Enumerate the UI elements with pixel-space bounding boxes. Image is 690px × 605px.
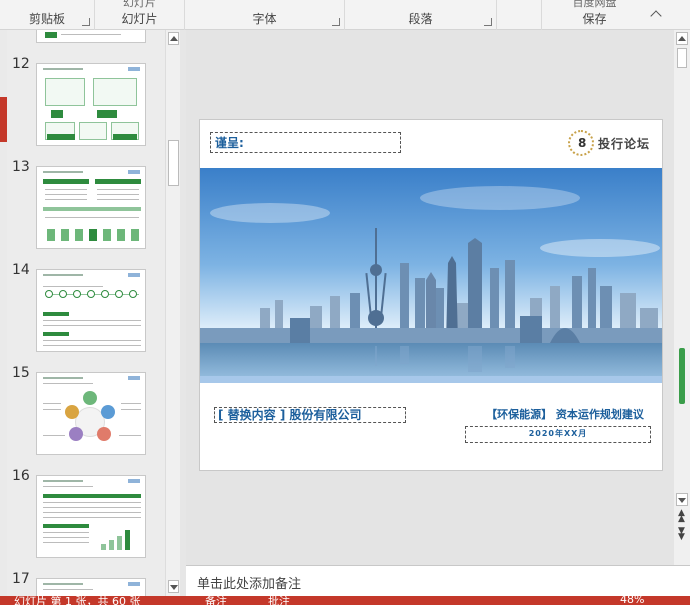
ribbon-group-label: 保存 [582, 12, 607, 26]
ribbon-group-label: 剪贴板 [28, 12, 65, 26]
slide-thumbnail[interactable] [36, 166, 146, 249]
status-bar: 幻灯片 第 1 张，共 60 张 备注 批注 48% [0, 596, 690, 605]
arrow-up-icon [169, 36, 178, 41]
baidu-netdisk-button[interactable]: 百度网盘 [542, 0, 647, 10]
scroll-thumb[interactable] [677, 48, 687, 68]
logo: 8 投行论坛 [568, 130, 658, 156]
slide-number: 17 [12, 571, 30, 587]
scroll-position-indicator[interactable] [679, 348, 685, 404]
slide-count: 幻灯片 第 1 张，共 60 张 [14, 596, 141, 605]
slide-thumbnail[interactable] [36, 475, 146, 558]
comments-button[interactable]: 批注 [268, 596, 290, 605]
accent-strip [0, 97, 7, 142]
scroll-down-button[interactable] [676, 493, 688, 506]
editor-scrollbar[interactable]: ▲ ▲ ▼ ▼ [674, 30, 690, 565]
date-textbox[interactable]: 2020年XX月 [465, 426, 651, 443]
thumbnail-pane[interactable]: 12 13 14 15 16 17 [7, 30, 180, 596]
zoom-level[interactable]: 48% [620, 596, 644, 605]
collapse-ribbon-icon[interactable] [650, 10, 662, 22]
logo-text: 投行论坛 [598, 137, 651, 151]
dialog-launcher-icon[interactable] [484, 18, 492, 26]
ribbon-group-clipboard[interactable]: 剪贴板 [0, 0, 95, 30]
slide-number: 13 [12, 159, 30, 175]
slide-number: 16 [12, 468, 30, 484]
scroll-down-button[interactable] [168, 580, 179, 593]
new-slide-button[interactable]: 幻灯片 [95, 0, 184, 10]
decorative-band [200, 376, 662, 383]
dialog-launcher-icon[interactable] [82, 18, 90, 26]
scroll-thumb[interactable] [168, 140, 179, 186]
slide-thumbnail[interactable] [36, 269, 146, 352]
proposal-text: 资本运作规划建议 [555, 408, 644, 421]
slide-number: 12 [12, 56, 30, 72]
arrow-up-icon [678, 36, 686, 41]
city-skyline-image[interactable] [200, 168, 662, 383]
ribbon-group-label: 幻灯片 [121, 12, 158, 26]
slide-canvas[interactable]: 谨呈: 8 投行论坛 [替换内容] 股份有限公司 【环保能源】 资本运作规划… [199, 119, 663, 471]
scroll-up-button[interactable] [168, 32, 179, 45]
slide-number: 14 [12, 262, 30, 278]
ribbon-group-label: 段落 [408, 12, 433, 26]
slide-thumbnail[interactable] [36, 63, 146, 146]
notes-pane[interactable]: 单击此处添加备注 [186, 565, 690, 596]
ribbon-group-extra[interactable] [497, 0, 542, 30]
ribbon-group-paragraph[interactable]: 段落 [345, 0, 497, 30]
ribbon-group-font[interactable]: 字体 [185, 0, 345, 30]
slide-thumbnail[interactable] [36, 578, 146, 596]
logo-digit: 8 [578, 136, 587, 150]
slide-number: 15 [12, 365, 30, 381]
next-slide-icon[interactable]: ▼ ▼ [678, 527, 685, 542]
scroll-up-button[interactable] [676, 32, 688, 45]
thumbnail-scrollbar[interactable] [165, 30, 180, 596]
proposal-bracket: 【环保能源】 [486, 408, 553, 421]
slide-thumbnail[interactable] [36, 30, 146, 43]
notes-placeholder: 单击此处添加备注 [197, 577, 302, 592]
previous-slide-icon[interactable]: ▲ ▲ [678, 509, 685, 524]
ribbon-group-slides[interactable]: 幻灯片 幻灯片 [95, 0, 185, 30]
ribbon-group-label: 字体 [252, 12, 277, 26]
addressee-textbox[interactable]: 谨呈: [210, 132, 401, 153]
dialog-launcher-icon[interactable] [332, 18, 340, 26]
slide-thumbnail[interactable] [36, 372, 146, 455]
arrow-down-icon [678, 498, 686, 503]
proposal-title[interactable]: 【环保能源】 资本运作规划建议 [480, 406, 650, 422]
logo-mark-icon: 8 [568, 130, 594, 156]
ribbon: 剪贴板 幻灯片 幻灯片 字体 段落 百度网盘 保存 [0, 0, 690, 30]
notes-button[interactable]: 备注 [205, 596, 227, 605]
arrow-down-icon [169, 585, 178, 590]
ribbon-group-save[interactable]: 百度网盘 保存 [542, 0, 647, 30]
company-name-textbox[interactable]: [ 替换内容 ] 股份有限公司 [214, 407, 406, 423]
